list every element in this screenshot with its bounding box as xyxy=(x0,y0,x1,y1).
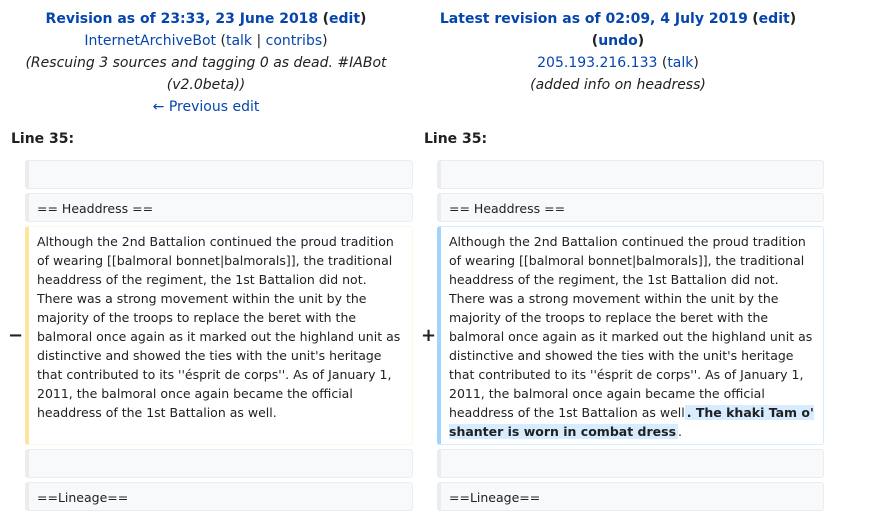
deleted-paragraph: Although the 2nd Battalion continued the… xyxy=(25,226,413,445)
added-line-marker: + xyxy=(421,325,437,346)
old-contribs-link[interactable]: contribs xyxy=(266,33,322,49)
added-paragraph: Although the 2nd Battalion continued the… xyxy=(437,226,824,445)
right-context-empty-1 xyxy=(437,160,824,189)
deleted-line-marker: − xyxy=(8,325,24,346)
old-edit-summary: (Rescuing 3 sources and tagging 0 as dea… xyxy=(25,55,387,71)
new-edit-link[interactable]: edit xyxy=(759,11,790,27)
previous-edit-link[interactable]: ← Previous edit xyxy=(153,99,260,115)
right-context-lineage: ==Lineage== xyxy=(437,482,824,511)
right-context-empty-2 xyxy=(437,449,824,478)
left-context-lineage: ==Lineage== xyxy=(25,482,413,511)
old-user-link[interactable]: InternetArchiveBot xyxy=(84,33,216,49)
old-talk-link[interactable]: talk xyxy=(226,33,252,49)
left-context-empty-1 xyxy=(25,160,413,189)
new-revision-link[interactable]: Latest revision as of 02:09, 4 July 2019 xyxy=(440,11,748,27)
left-context-empty-2 xyxy=(25,449,413,478)
undo-link[interactable]: undo xyxy=(598,33,638,49)
right-lineage-text: ==Lineage== xyxy=(449,490,541,505)
old-edit-summary-cont: (v2.0beta)) xyxy=(166,77,246,93)
new-revision-header: Latest revision as of 02:09, 4 July 2019… xyxy=(412,8,824,96)
deleted-paragraph-text: Although the 2nd Battalion continued the… xyxy=(37,234,401,420)
right-headdress-text: == Headdress == xyxy=(449,201,566,216)
right-line-number: Line 35: xyxy=(424,131,488,147)
added-paragraph-end: . xyxy=(678,424,682,439)
right-context-headdress: == Headdress == xyxy=(437,193,824,222)
old-revision-header: Revision as of 23:33, 23 June 2018 (edit… xyxy=(0,8,412,118)
left-context-headdress: == Headdress == xyxy=(25,193,413,222)
old-revision-link[interactable]: Revision as of 23:33, 23 June 2018 xyxy=(46,11,319,27)
new-user-link[interactable]: 205.193.216.133 xyxy=(537,55,657,71)
old-edit-link[interactable]: edit xyxy=(329,11,360,27)
new-edit-summary: (added info on headress) xyxy=(530,77,706,93)
left-line-number: Line 35: xyxy=(11,131,75,147)
left-headdress-text: == Headdress == xyxy=(37,201,154,216)
left-lineage-text: ==Lineage== xyxy=(37,490,129,505)
added-paragraph-base: Although the 2nd Battalion continued the… xyxy=(449,234,813,420)
new-talk-link[interactable]: talk xyxy=(667,55,693,71)
